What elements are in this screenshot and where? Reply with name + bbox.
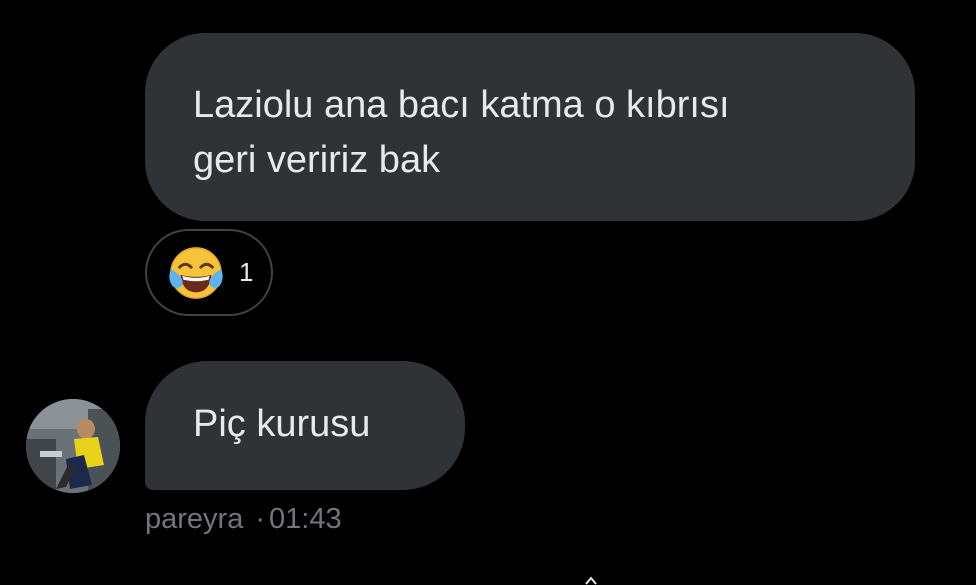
message-text-line: Laziolu ana bacı katma o kıbrısı [193,84,730,126]
reaction-pill[interactable]: 1 [145,229,273,316]
reaction-count: 1 [239,257,254,287]
avatar[interactable] [26,399,120,493]
message-bubble[interactable]: Laziolu ana bacı katma o kıbrısı geri ve… [145,33,915,221]
face-with-tears-of-joy-icon [169,246,223,299]
caret-up-icon [585,576,597,585]
avatar-image [26,399,120,493]
message-bubble[interactable]: Piç kurusu [145,361,465,490]
meta-separator: · [255,503,265,535]
sender-name[interactable]: pareyra [145,503,243,535]
message-text: Piç kurusu [193,403,371,445]
message-text-line: geri veririz bak [193,139,441,181]
message-time: 01:43 [269,503,342,535]
message-meta: pareyra · 01:43 [145,503,342,536]
